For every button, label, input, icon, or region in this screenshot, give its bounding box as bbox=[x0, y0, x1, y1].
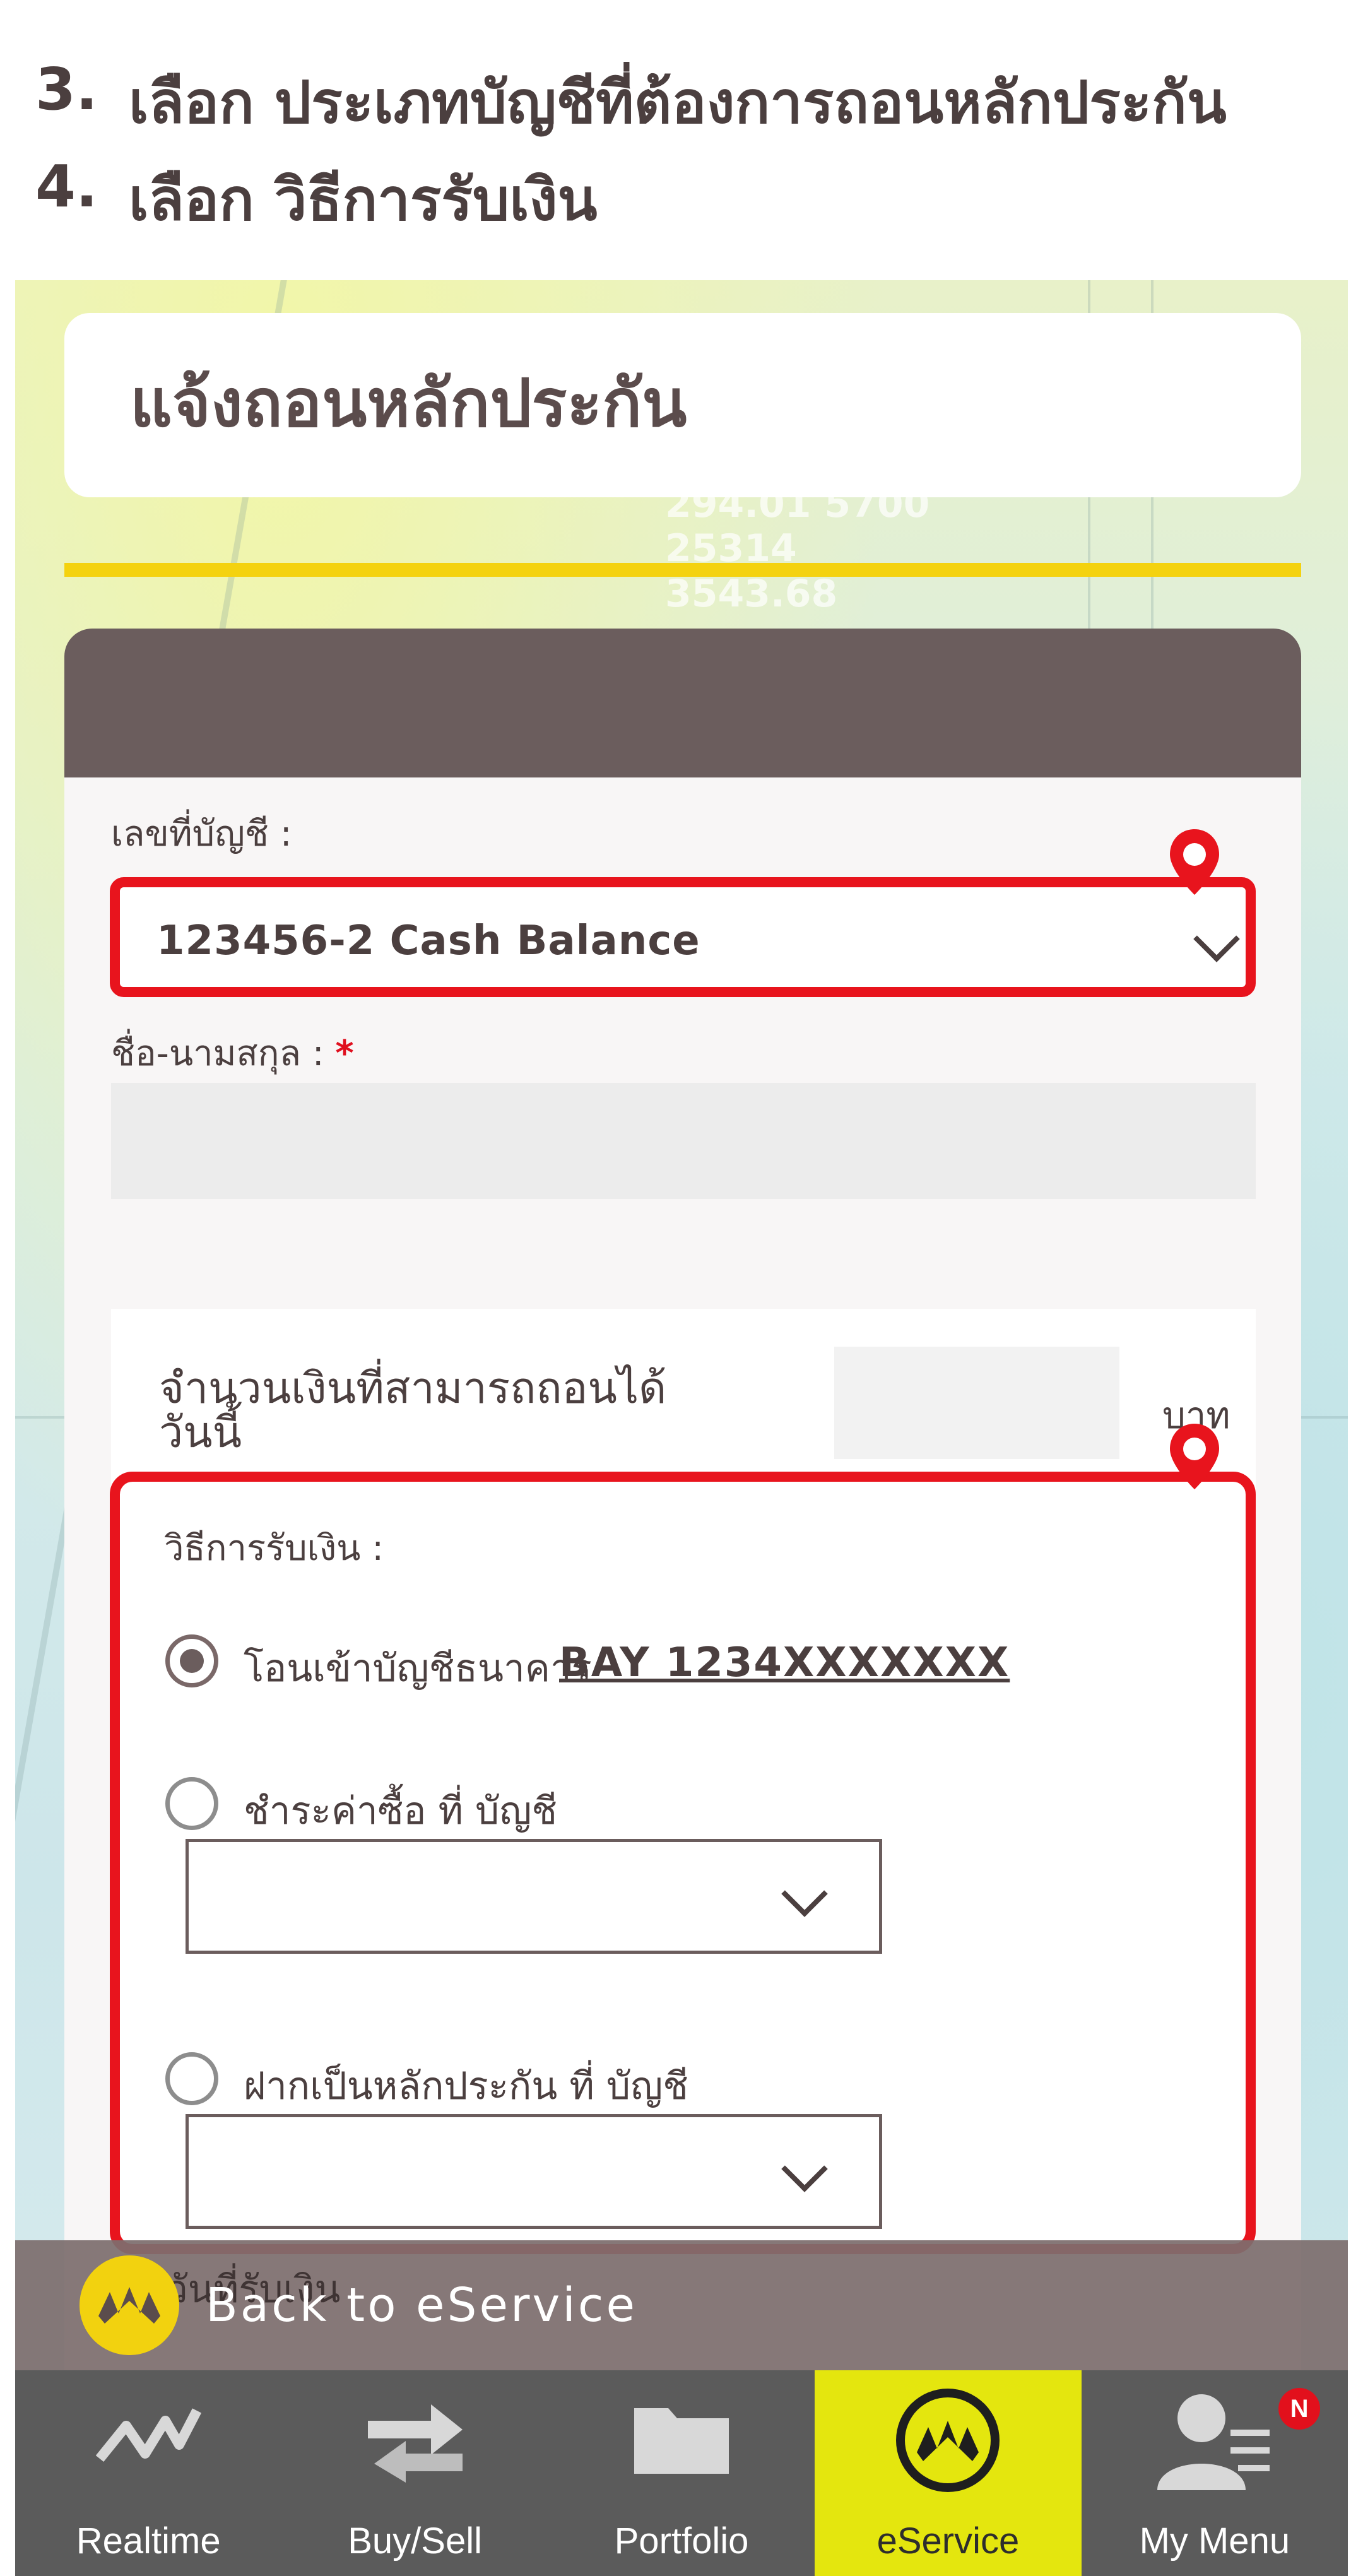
map-pin-icon bbox=[1170, 1424, 1219, 1489]
tab-label: Buy/Sell bbox=[348, 2520, 482, 2561]
tab-portfolio[interactable]: Portfolio bbox=[548, 2370, 815, 2576]
tab-label: eService bbox=[876, 2520, 1020, 2561]
radio-deposit-collateral[interactable] bbox=[165, 2052, 218, 2105]
page-title-card: แจ้งถอนหลักประกัน bbox=[64, 313, 1301, 497]
form-header bbox=[64, 629, 1301, 777]
notification-badge: N bbox=[1278, 2388, 1321, 2430]
tab-label: Portfolio bbox=[614, 2520, 749, 2561]
tab-buy-sell[interactable]: Buy/Sell bbox=[281, 2370, 548, 2576]
user-menu-icon bbox=[1157, 2394, 1270, 2490]
krungsri-logo-icon bbox=[80, 2255, 179, 2355]
option-bank-transfer-label: โอนเข้าบัญชีธนาคาร bbox=[244, 1646, 592, 1691]
instruction-step-4: 4. เลือก วิธีการรับเงิน bbox=[35, 153, 597, 245]
chevron-down-icon bbox=[781, 1870, 828, 1917]
receive-method-section: วิธีการรับเงิน : โอนเข้าบัญชีธนาคาร BAY … bbox=[110, 1472, 1256, 2254]
step-number: 3. bbox=[35, 56, 98, 123]
title-underline bbox=[64, 563, 1301, 577]
chevron-down-icon bbox=[781, 2146, 828, 2192]
name-field[interactable] bbox=[111, 1083, 1256, 1199]
back-to-eservice-label: Back to eService bbox=[206, 2278, 638, 2332]
exchange-arrows-icon bbox=[367, 2404, 463, 2483]
pay-purchase-account-select[interactable] bbox=[186, 1839, 882, 1954]
tab-my-menu[interactable]: N My Menu bbox=[1082, 2370, 1348, 2576]
tab-eservice[interactable]: eService bbox=[815, 2370, 1082, 2576]
map-pin-icon bbox=[1170, 829, 1219, 895]
tab-label: My Menu bbox=[1139, 2520, 1290, 2561]
page-title: แจ้งถอนหลักประกัน bbox=[130, 365, 687, 442]
tab-realtime[interactable]: Realtime bbox=[15, 2370, 281, 2576]
radio-bank-transfer[interactable] bbox=[165, 1634, 218, 1687]
tab-label: Realtime bbox=[76, 2520, 221, 2561]
option-pay-purchase-label: ชำระค่าซื้อ ที่ บัญชี bbox=[244, 1789, 558, 1833]
instruction-step-3: 3. เลือก ประเภทบัญชีที่ต้องการถอนหลักประ… bbox=[35, 56, 1227, 148]
step-text: เลือก ประเภทบัญชีที่ต้องการถอนหลักประกัน bbox=[129, 69, 1227, 136]
account-select-value: 123456-2 Cash Balance bbox=[156, 918, 700, 964]
account-select[interactable]: 123456-2 Cash Balance bbox=[110, 877, 1256, 997]
radio-pay-purchase[interactable] bbox=[165, 1777, 218, 1830]
step-text: เลือก วิธีการรับเงิน bbox=[129, 166, 598, 233]
required-marker: * bbox=[335, 1033, 354, 1074]
option-deposit-collateral-label: ฝากเป็นหลักประกัน ที่ บัญชี bbox=[244, 2064, 688, 2108]
app-screen: 294.01 5700 25314 3543.68 แจ้งถอนหลักประ… bbox=[15, 280, 1348, 2576]
deposit-collateral-account-select[interactable] bbox=[186, 2114, 882, 2229]
krungsri-logo-icon bbox=[896, 2389, 1000, 2492]
step-number: 4. bbox=[35, 153, 98, 220]
bank-account-link[interactable]: BAY 1234XXXXXXX bbox=[559, 1640, 1010, 1686]
receive-method-label: วิธีการรับเงิน : bbox=[164, 1528, 384, 1569]
background-number: 3543.68 bbox=[665, 572, 838, 616]
amount-label: จำนวนเงินที่สามารถถอนได้ วันนี้ bbox=[159, 1364, 667, 1458]
account-label: เลขที่บัญชี : bbox=[111, 813, 292, 854]
chevron-down-icon bbox=[1193, 916, 1240, 962]
folder-icon bbox=[634, 2408, 729, 2474]
bottom-tab-bar: Realtime Buy/Sell Portfolio eService N M… bbox=[15, 2370, 1348, 2576]
name-label-text: ชื่อ-นามสกุล : bbox=[111, 1033, 324, 1074]
pulse-line-icon bbox=[95, 2408, 202, 2462]
amount-field[interactable] bbox=[834, 1347, 1119, 1459]
name-label: ชื่อ-นามสกุล : * bbox=[111, 1025, 354, 1081]
back-to-eservice-bar[interactable]: วันที่รับเงิน Back to eService bbox=[15, 2240, 1348, 2370]
